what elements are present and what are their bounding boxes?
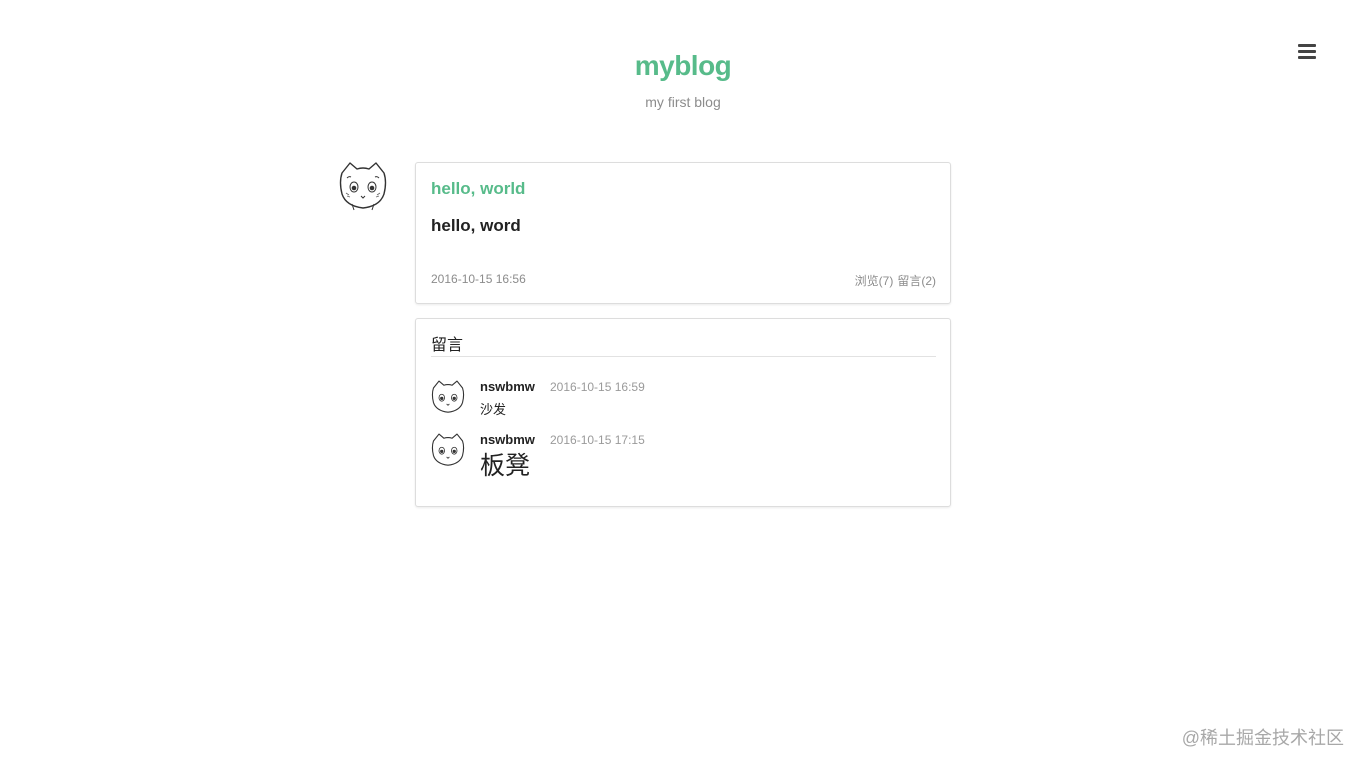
comment-timestamp: 2016-10-15 17:15 bbox=[550, 433, 645, 447]
author-avatar[interactable] bbox=[337, 160, 389, 212]
hamburger-menu-icon[interactable] bbox=[1298, 44, 1316, 60]
post-timestamp: 2016-10-15 16:56 bbox=[431, 272, 526, 286]
post-body: hello, word bbox=[431, 216, 521, 235]
post-comments-count: 留言(2) bbox=[897, 274, 936, 288]
site-header: myblog my first blog bbox=[0, 50, 1366, 110]
comment-author[interactable]: nswbmw bbox=[480, 379, 535, 394]
post-views: 浏览(7) bbox=[854, 274, 894, 288]
comment-avatar[interactable] bbox=[430, 379, 466, 415]
comment-content: 板凳 bbox=[480, 452, 531, 480]
divider bbox=[431, 356, 936, 357]
site-subtitle: my first blog bbox=[645, 94, 721, 110]
comment-avatar[interactable] bbox=[430, 432, 466, 468]
page: myblog my first blog hello, world hello,… bbox=[0, 0, 1366, 768]
comment-author[interactable]: nswbmw bbox=[480, 432, 535, 447]
post-title[interactable]: hello, world bbox=[431, 179, 525, 199]
watermark: @稀土掘金技术社区 bbox=[1181, 728, 1344, 748]
comment-timestamp: 2016-10-15 16:59 bbox=[550, 380, 645, 394]
site-title[interactable]: myblog bbox=[635, 50, 732, 82]
post-stats: 浏览(7) 留言(2) bbox=[855, 272, 936, 289]
comment-content: 沙发 bbox=[480, 402, 507, 417]
comments-card: 留言 nswbmw 2016-10-15 16:59 沙发 nswbmw 201… bbox=[415, 318, 951, 507]
post-card: hello, world hello, word 2016-10-15 16:5… bbox=[415, 162, 951, 304]
comments-title: 留言 bbox=[431, 337, 464, 354]
